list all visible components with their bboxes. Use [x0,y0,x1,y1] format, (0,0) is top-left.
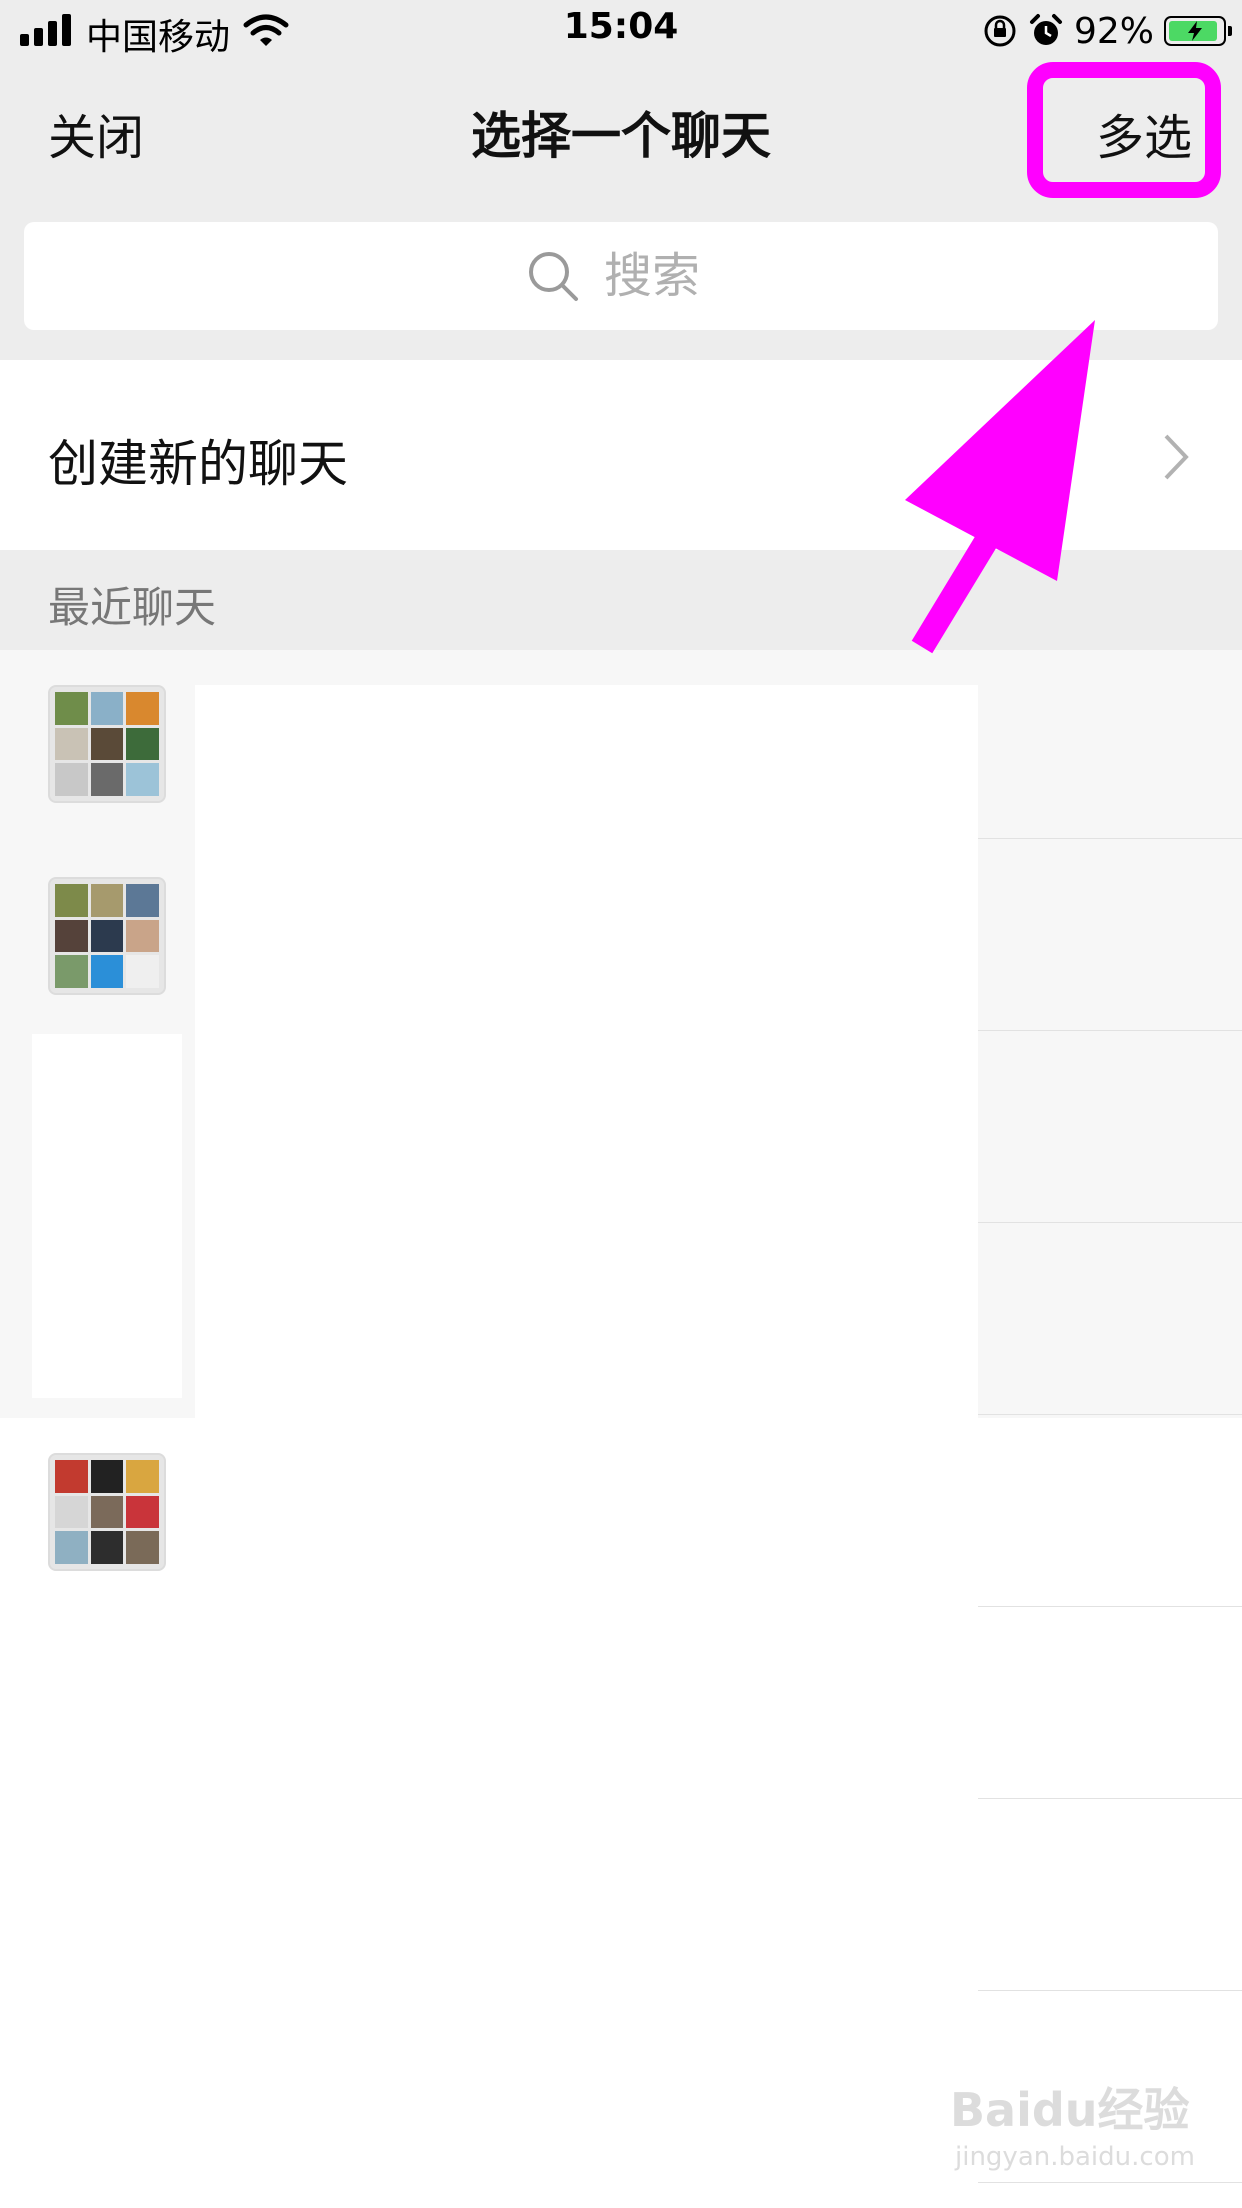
group-avatar [48,685,166,803]
rotation-lock-icon [984,15,1016,47]
recent-chats-title: 最近聊天 [48,583,217,632]
watermark-logo: Baidu经验 [950,2083,1190,2137]
search-icon [529,252,578,301]
group-avatar [48,1453,166,1571]
search-bar[interactable] [24,222,1218,330]
group-avatar [48,877,166,995]
battery-icon [1164,16,1232,46]
recent-chats-header: 最近聊天 [0,550,1242,650]
redacted-area [32,1034,182,1398]
watermark-url: jingyan.baidu.com [955,2142,1195,2172]
alarm-icon [1029,14,1062,45]
search-input[interactable] [602,247,716,305]
chevron-right-icon [1164,434,1189,480]
create-new-chat-label: 创建新的聊天 [48,435,348,493]
highlight-box [1027,62,1221,198]
status-right: 92% [982,8,1232,54]
battery-percent: 92% [1073,10,1154,52]
create-new-chat-item[interactable]: 创建新的聊天 [0,360,1242,550]
redacted-area [195,685,978,2208]
status-bar: 中国移动 15:04 92% [0,0,1242,62]
chat-list [0,650,1242,2208]
